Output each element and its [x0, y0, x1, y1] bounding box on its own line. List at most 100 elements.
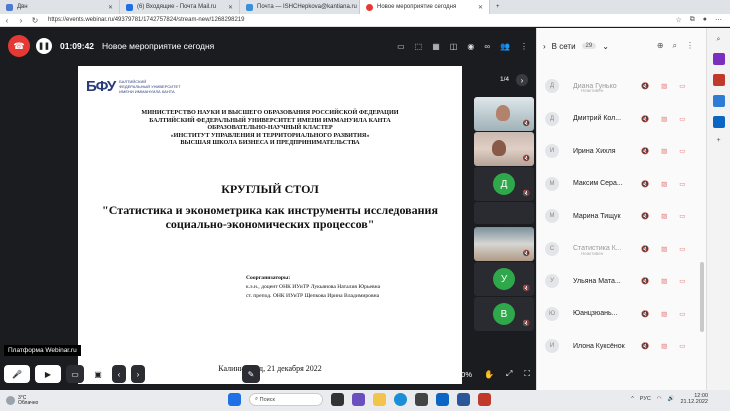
search-icon[interactable]: ⌕	[717, 36, 721, 44]
chevron-up-icon[interactable]: ^	[631, 396, 634, 402]
video-tile[interactable]: 🔇	[474, 227, 534, 261]
screen-off-icon[interactable]: ▭	[679, 342, 685, 350]
video-tile[interactable]: 🔇	[474, 132, 534, 166]
profile-icon[interactable]: ●	[703, 16, 707, 24]
participant-row[interactable]: С Статистика К... Неактивен 🔇 ▨ ▭	[545, 239, 705, 259]
draw-button[interactable]: ✎	[242, 365, 260, 383]
close-icon[interactable]: ✕	[478, 4, 483, 11]
store-icon[interactable]	[415, 393, 428, 406]
edge-icon[interactable]	[394, 393, 407, 406]
prev-slide-button[interactable]: ‹	[112, 365, 126, 383]
next-page-button[interactable]: ›	[516, 74, 528, 86]
link-icon[interactable]: ∞	[484, 42, 490, 51]
mic-off-icon[interactable]: 🔇	[641, 342, 649, 350]
record-icon[interactable]: ◉	[467, 42, 474, 51]
search-icon[interactable]: ⌕	[673, 41, 677, 51]
screen-off-icon[interactable]: ▭	[679, 147, 685, 155]
video-tile[interactable]: Д 🔇	[474, 167, 534, 201]
language-indicator[interactable]: РУС	[640, 396, 651, 402]
microphone-button[interactable]: 🎤	[4, 365, 30, 383]
screen-off-icon[interactable]: ▭	[679, 245, 685, 253]
mic-off-icon[interactable]: 🔇	[641, 180, 649, 188]
presentation-button[interactable]: ▣	[89, 365, 107, 383]
close-icon[interactable]: ✕	[228, 4, 233, 11]
back-icon[interactable]: ‹	[0, 16, 14, 25]
layout-icon[interactable]: ◫	[450, 42, 458, 51]
browser-tab[interactable]: Почта — ISHCHepkova@kantiana.ru✕	[240, 0, 360, 14]
camera-button[interactable]: ▶	[35, 365, 61, 383]
explorer-icon[interactable]	[373, 393, 386, 406]
camera-off-icon[interactable]: ▨	[661, 342, 667, 350]
fullscreen-icon[interactable]: ⛶	[524, 369, 530, 379]
camera-off-icon[interactable]: ▨	[661, 245, 667, 253]
mic-off-icon[interactable]: 🔇	[641, 245, 649, 253]
camera-off-icon[interactable]: ▨	[661, 277, 667, 285]
camera-off-icon[interactable]: ▨	[661, 82, 667, 90]
mic-off-icon[interactable]: 🔇	[641, 310, 649, 318]
collections-icon[interactable]: ⧉	[690, 16, 695, 24]
screen-off-icon[interactable]: ▭	[679, 115, 685, 123]
word-icon[interactable]	[457, 393, 470, 406]
mic-off-icon[interactable]: 🔇	[641, 212, 649, 220]
reload-icon[interactable]: ↻	[28, 16, 42, 25]
participant-row[interactable]: Д Дмитрий Кол... 🔇 ▨ ▭	[545, 109, 705, 129]
people-icon[interactable]: 👥	[500, 42, 510, 51]
forward-icon[interactable]: ›	[14, 16, 28, 25]
screen-off-icon[interactable]: ▭	[679, 82, 685, 90]
browser-tab-active[interactable]: Новое мероприятие сегодня ✕	[360, 0, 490, 14]
mic-off-icon[interactable]: 🔇	[641, 277, 649, 285]
task-view-icon[interactable]	[331, 393, 344, 406]
app-icon[interactable]	[712, 74, 725, 86]
screen-off-icon[interactable]: ▭	[679, 310, 685, 318]
camera-off-icon[interactable]: ▨	[661, 310, 667, 318]
close-icon[interactable]: ✕	[108, 4, 113, 11]
zoom-control[interactable]: 👁 80%	[444, 370, 472, 379]
fit-icon[interactable]: ⤢	[506, 369, 512, 379]
browser-tab[interactable]: Двн ✕	[0, 0, 120, 14]
scrollbar[interactable]	[700, 262, 704, 332]
leave-call-button[interactable]: ☎	[8, 35, 30, 57]
camera-off-icon[interactable]: ▨	[661, 115, 667, 123]
screen-off-icon[interactable]: ▭	[679, 180, 685, 188]
camera-off-icon[interactable]: ▨	[661, 180, 667, 188]
more-icon[interactable]: ⋮	[686, 41, 694, 51]
app-icon[interactable]	[712, 53, 725, 65]
share-screen-icon[interactable]: ⬚	[415, 42, 423, 51]
app-icon[interactable]	[712, 95, 725, 107]
slider-knob[interactable]	[151, 370, 159, 378]
camera-off-icon[interactable]: ▨	[661, 147, 667, 155]
browser-tab[interactable]: (6) Входящие - Почта Mail.ru ✕	[120, 0, 240, 14]
next-slide-button[interactable]: ›	[131, 365, 145, 383]
pause-button[interactable]: ❚❚	[36, 38, 52, 54]
participant-row[interactable]: У Ульяна Мата... 🔇 ▨ ▭	[545, 271, 705, 291]
participant-row[interactable]: И Ирина Хихля 🔇 ▨ ▭	[545, 141, 705, 161]
mic-off-icon[interactable]: 🔇	[641, 115, 649, 123]
pointer-button[interactable]: ➤	[223, 365, 237, 383]
weather-widget[interactable]: 3°C Облачно	[6, 395, 38, 406]
cast-icon[interactable]: ▭	[397, 42, 405, 51]
outlook-icon[interactable]	[712, 116, 725, 128]
new-tab-button[interactable]: +	[490, 0, 510, 14]
start-icon[interactable]	[228, 393, 241, 406]
participant-row[interactable]: И Илона Куксёнок 🔇 ▨ ▭	[545, 336, 705, 356]
clock[interactable]: 12:00 21.12.2022	[680, 393, 708, 405]
screen-off-icon[interactable]: ▭	[679, 212, 685, 220]
hand-icon[interactable]: ✋	[484, 370, 494, 379]
chevron-right-icon[interactable]: ›	[543, 42, 546, 51]
star-icon[interactable]: ☆	[675, 16, 681, 24]
url-field[interactable]: https://events.webinar.ru/49379781/17427…	[48, 17, 244, 23]
grid-icon[interactable]: ▦	[432, 42, 440, 51]
more-icon[interactable]: ⋮	[520, 42, 528, 51]
mic-off-icon[interactable]: 🔇	[641, 82, 649, 90]
video-tile[interactable]: В 🔇	[474, 297, 534, 331]
participant-row[interactable]: М Максим Серa... 🔇 ▨ ▭	[545, 174, 705, 194]
chevron-down-icon[interactable]: ⌄	[602, 42, 609, 51]
outlook-icon[interactable]	[436, 393, 449, 406]
add-icon[interactable]: ⊕	[657, 41, 664, 51]
teams-icon[interactable]	[352, 393, 365, 406]
mic-off-icon[interactable]: 🔇	[641, 147, 649, 155]
screen-share-button[interactable]: ▭	[66, 365, 84, 383]
volume-icon[interactable]: 🔊	[668, 396, 675, 402]
add-icon[interactable]: +	[716, 137, 720, 144]
camera-off-icon[interactable]: ▨	[661, 212, 667, 220]
